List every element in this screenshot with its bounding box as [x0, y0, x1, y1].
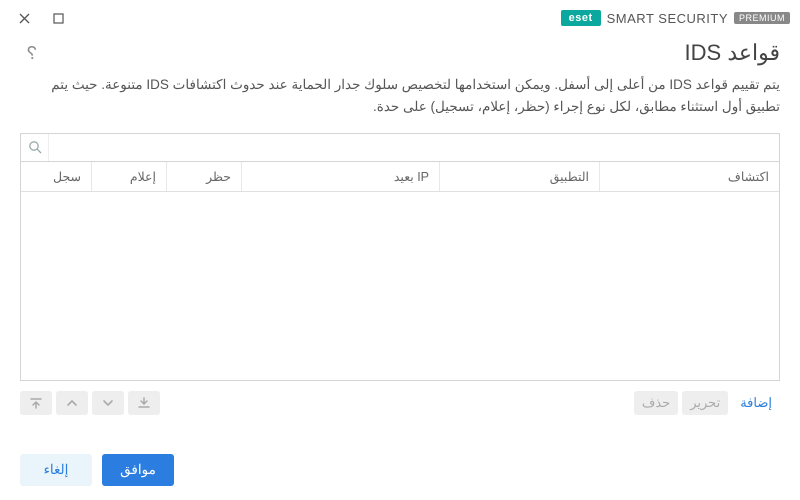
move-bottom-button [128, 391, 160, 415]
search-input[interactable] [49, 134, 779, 161]
column-block[interactable]: حظر [166, 162, 241, 191]
titlebar: eset SMART SECURITY PREMIUM [0, 0, 800, 36]
close-window-button[interactable] [10, 4, 38, 32]
column-detection[interactable]: اكتشاف [599, 162, 779, 191]
column-log[interactable]: سجل [21, 162, 91, 191]
cancel-button[interactable]: إلغاء [20, 454, 92, 486]
table-header: اكتشاف التطبيق IP بعيد حظر إعلام سجل [21, 162, 779, 192]
ok-button[interactable]: موافق [102, 454, 174, 486]
column-application[interactable]: التطبيق [439, 162, 599, 191]
help-icon[interactable]: ? [20, 41, 44, 65]
search-bar [20, 133, 780, 161]
move-up-button [56, 391, 88, 415]
column-notify[interactable]: إعلام [91, 162, 166, 191]
move-down-button [92, 391, 124, 415]
edit-button: تحرير [682, 391, 728, 415]
add-button[interactable]: إضافة [732, 391, 780, 415]
column-remote-ip[interactable]: IP بعيد [241, 162, 439, 191]
page-title: قواعد IDS [685, 40, 780, 66]
brand-eset: eset [561, 10, 601, 26]
move-top-button [20, 391, 52, 415]
search-icon[interactable] [21, 134, 49, 161]
rules-table: اكتشاف التطبيق IP بعيد حظر إعلام سجل [20, 161, 780, 381]
table-body [21, 192, 779, 380]
maximize-window-button[interactable] [44, 4, 72, 32]
delete-button: حذف [634, 391, 678, 415]
brand-tier: PREMIUM [734, 12, 790, 24]
brand: eset SMART SECURITY PREMIUM [561, 10, 790, 26]
brand-product: SMART SECURITY [607, 11, 728, 26]
page-description: يتم تقييم قواعد IDS من أعلى إلى أسفل. وي… [0, 74, 800, 133]
